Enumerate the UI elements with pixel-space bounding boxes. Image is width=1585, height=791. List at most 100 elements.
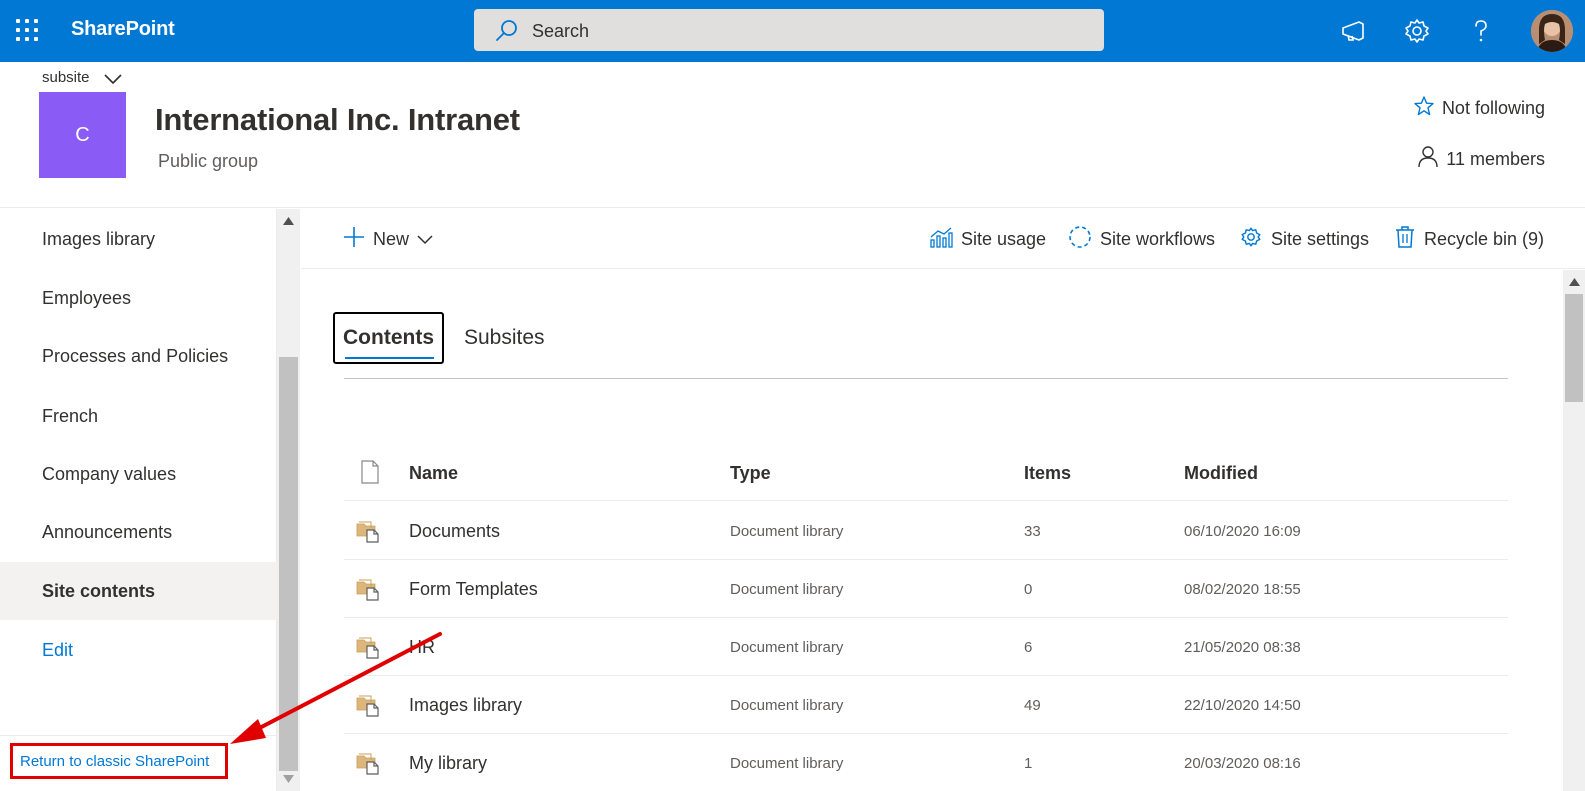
follow-button[interactable]: Not following: [1414, 96, 1545, 121]
tab-subsites-label: Subsites: [464, 326, 545, 349]
site-usage-label: Site usage: [961, 228, 1047, 249]
return-to-classic-link[interactable]: Return to classic SharePoint: [10, 743, 228, 779]
table-row[interactable]: My library Document library 1 20/03/2020…: [344, 734, 1508, 791]
tab-selected-underline: [345, 357, 434, 359]
library-icon: [356, 502, 380, 560]
column-header-modified[interactable]: Modified: [1184, 445, 1258, 501]
suite-bar: SharePoint Search: [0, 0, 1585, 62]
tab-contents-label: Contents: [343, 326, 434, 349]
library-icon: [356, 560, 380, 618]
recycle-bin-button[interactable]: Recycle bin (9): [1394, 209, 1544, 269]
nav-divider: [0, 735, 277, 736]
left-nav-scrollbar[interactable]: [277, 209, 300, 791]
row-name[interactable]: My library: [409, 734, 487, 791]
chevron-down-icon[interactable]: [104, 72, 122, 90]
table-row[interactable]: Documents Document library 33 06/10/2020…: [344, 502, 1508, 560]
site-settings-label: Site settings: [1271, 228, 1370, 249]
main-scrollbar-thumb[interactable]: [1565, 294, 1583, 402]
nav-item-french[interactable]: French: [0, 387, 277, 445]
library-icon: [356, 618, 380, 676]
nav-edit-link[interactable]: Edit: [0, 621, 277, 679]
left-navigation: Images library Employees Processes and P…: [0, 209, 277, 791]
subsite-label[interactable]: subsite: [42, 69, 90, 86]
row-modified: 06/10/2020 16:09: [1184, 522, 1301, 540]
plus-icon: [343, 226, 365, 253]
scroll-up-arrow-icon[interactable]: [283, 217, 294, 225]
row-type: Document library: [730, 638, 844, 656]
row-modified: 21/05/2020 08:38: [1184, 638, 1301, 656]
library-icon: [356, 676, 380, 734]
person-icon: [1418, 146, 1438, 173]
site-settings-button[interactable]: Site settings: [1239, 209, 1369, 269]
search-box[interactable]: Search: [474, 9, 1104, 51]
row-type: Document library: [730, 580, 844, 598]
chevron-down-icon: [417, 229, 433, 250]
members-button[interactable]: 11 members: [1418, 146, 1545, 173]
trash-icon: [1394, 225, 1416, 254]
scroll-down-arrow-icon[interactable]: [283, 775, 294, 783]
row-items: 49: [1024, 696, 1041, 714]
row-modified: 20/03/2020 08:16: [1184, 754, 1301, 772]
site-header: subsite C International Inc. Intranet Pu…: [0, 62, 1585, 208]
site-title[interactable]: International Inc. Intranet: [155, 102, 520, 138]
row-name[interactable]: HR: [409, 618, 435, 676]
file-type-icon[interactable]: [360, 460, 380, 489]
settings-gear-icon[interactable]: [1402, 16, 1432, 46]
user-avatar[interactable]: [1531, 10, 1573, 52]
row-type: Document library: [730, 754, 844, 772]
search-placeholder: Search: [532, 21, 590, 41]
site-subtitle: Public group: [158, 151, 259, 171]
table-row[interactable]: Form Templates Document library 0 08/02/…: [344, 560, 1508, 618]
gear-icon: [1239, 225, 1263, 254]
command-bar: New Site usage Site workflows Site setti…: [301, 209, 1585, 269]
search-icon: [494, 19, 520, 46]
megaphone-icon[interactable]: [1339, 16, 1369, 46]
recycle-bin-label: Recycle bin (9): [1424, 228, 1545, 249]
brand-name[interactable]: SharePoint: [71, 18, 175, 41]
row-items: 6: [1024, 638, 1033, 656]
app-launcher-icon[interactable]: [16, 19, 40, 43]
row-type: Document library: [730, 522, 844, 540]
row-items: 1: [1024, 754, 1033, 772]
help-icon[interactable]: [1466, 16, 1496, 46]
table-row[interactable]: HR Document library 6 21/05/2020 08:38: [344, 618, 1508, 676]
star-icon: [1414, 96, 1434, 121]
tabs-divider: [344, 378, 1508, 379]
nav-item-site-contents[interactable]: Site contents: [0, 562, 277, 620]
column-header-type[interactable]: Type: [730, 445, 771, 501]
tab-subsites[interactable]: Subsites: [464, 312, 545, 364]
table-header: Name Type Items Modified: [344, 445, 1508, 501]
column-header-items[interactable]: Items: [1024, 445, 1071, 501]
site-workflows-label: Site workflows: [1100, 228, 1216, 249]
chart-icon: [929, 226, 953, 253]
row-modified: 08/02/2020 18:55: [1184, 580, 1301, 598]
row-items: 0: [1024, 580, 1033, 598]
site-logo[interactable]: C: [39, 92, 126, 178]
row-name[interactable]: Documents: [409, 502, 500, 560]
row-name[interactable]: Images library: [409, 676, 522, 734]
follow-label: Not following: [1441, 98, 1545, 118]
site-workflows-button[interactable]: Site workflows: [1068, 209, 1215, 269]
new-button[interactable]: New: [343, 209, 433, 269]
main-scrollbar[interactable]: [1563, 270, 1585, 791]
row-name[interactable]: Form Templates: [409, 560, 538, 618]
row-modified: 22/10/2020 14:50: [1184, 696, 1301, 714]
workflow-icon: [1068, 225, 1092, 254]
nav-item-announcements[interactable]: Announcements: [0, 503, 277, 561]
nav-item-images-library[interactable]: Images library: [0, 210, 277, 268]
nav-item-company-values[interactable]: Company values: [0, 445, 277, 503]
row-items: 33: [1024, 522, 1041, 540]
site-usage-button[interactable]: Site usage: [929, 209, 1046, 269]
row-type: Document library: [730, 696, 844, 714]
left-scrollbar-thumb[interactable]: [279, 357, 298, 771]
table-row[interactable]: Images library Document library 49 22/10…: [344, 676, 1508, 734]
new-label: New: [373, 228, 410, 249]
members-label: 11 members: [1446, 149, 1545, 169]
column-header-name[interactable]: Name: [409, 445, 458, 501]
tab-contents[interactable]: Contents: [333, 312, 444, 364]
sharepoint-site-contents-page: SharePoint Search subsite C Internationa…: [0, 0, 1585, 791]
scroll-up-arrow-icon[interactable]: [1569, 278, 1580, 286]
nav-item-employees[interactable]: Employees: [0, 269, 277, 327]
library-icon: [356, 734, 380, 791]
nav-item-processes-and-policies[interactable]: Processes and Policies: [0, 327, 277, 385]
